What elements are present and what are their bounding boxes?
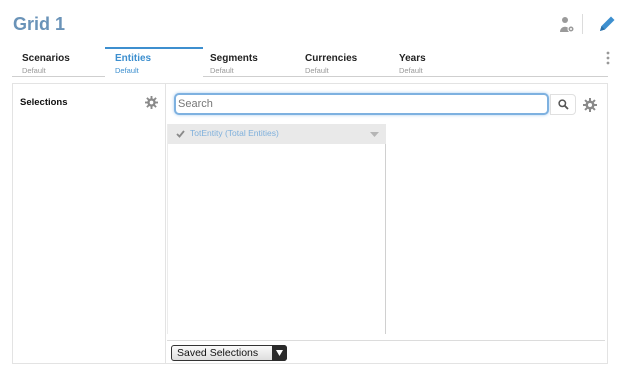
saved-selections-label: Saved Selections (177, 347, 259, 359)
tab-sublabel: Default (115, 66, 139, 75)
tab-currencies[interactable]: Currencies Default (295, 47, 390, 77)
page-header: Grid 1 (0, 0, 620, 46)
tab-sublabel: Default (305, 66, 329, 75)
tab-label: Currencies (305, 53, 358, 64)
user-settings-icon[interactable] (560, 16, 574, 34)
search-box (174, 93, 549, 115)
chevron-down-icon[interactable] (370, 132, 379, 137)
search-button[interactable] (550, 94, 576, 115)
chevron-down-icon (276, 350, 283, 356)
tab-label: Scenarios (22, 53, 70, 64)
tree-item-label: TotEntity (Total Entities) (190, 128, 279, 138)
search-input[interactable] (178, 96, 538, 112)
tab-sublabel: Default (210, 66, 234, 75)
tab-entities[interactable]: Entities Default (105, 47, 203, 78)
tab-label: Years (399, 53, 426, 64)
magnifier-icon (558, 99, 569, 110)
tab-segments[interactable]: Segments Default (200, 47, 295, 77)
page-title: Grid 1 (13, 14, 66, 34)
tab-label: Segments (210, 53, 258, 64)
selections-label: Selections (20, 97, 68, 108)
footer-divider (167, 340, 605, 341)
dropdown-arrow (272, 345, 287, 361)
selection-panel: Selections Search TotEntity (Total Entit… (12, 83, 608, 364)
member-tree: TotEntity (Total Entities) (167, 124, 386, 334)
tab-scenarios[interactable]: Scenarios Default (12, 47, 104, 77)
tab-sublabel: Default (22, 66, 46, 75)
gear-icon[interactable] (583, 98, 597, 112)
header-divider (582, 14, 583, 34)
tab-sublabel: Default (399, 66, 423, 75)
tree-item[interactable]: TotEntity (Total Entities) (168, 124, 386, 144)
gear-icon[interactable] (145, 96, 158, 109)
checkmark-icon (176, 130, 185, 138)
vertical-dots-icon[interactable] (605, 51, 611, 65)
tab-label: Entities (115, 53, 152, 64)
tab-years[interactable]: Years Default (389, 47, 484, 77)
selections-sidebar: Selections (13, 84, 166, 363)
dimension-tabs: Scenarios Default Entities Default Segme… (12, 47, 608, 78)
pencil-icon[interactable] (597, 14, 617, 34)
saved-selections-dropdown[interactable]: Saved Selections (171, 345, 287, 361)
